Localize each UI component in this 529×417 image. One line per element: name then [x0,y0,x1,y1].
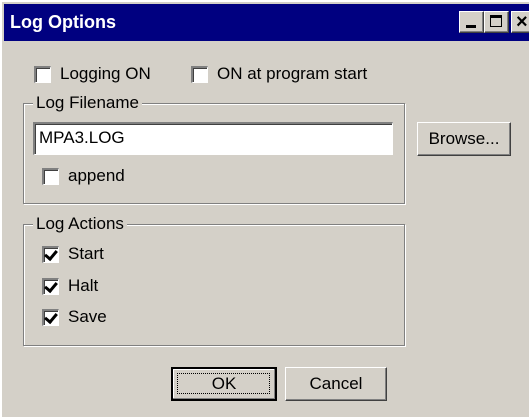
log-options-dialog: Log Options × Logging ON ON at program s… [0,0,529,417]
logging-on-checkbox[interactable]: Logging ON [34,64,151,84]
on-at-start-checkbox[interactable]: ON at program start [191,64,367,84]
maximize-icon [490,15,502,27]
close-icon: × [516,11,528,33]
append-checkbox[interactable]: append [42,166,125,186]
action-halt-checkbox[interactable]: Halt [42,276,98,296]
action-start-box[interactable] [42,245,59,263]
focus-ring [177,373,270,394]
action-halt-box[interactable] [42,277,59,295]
minimize-icon [466,25,476,28]
action-save-label: Save [68,307,107,326]
logging-on-label: Logging ON [60,64,151,83]
append-label: append [68,166,125,185]
action-start-label: Start [68,244,104,263]
action-halt-label: Halt [68,276,99,295]
title-bar[interactable]: Log Options × [4,4,529,41]
logging-on-box[interactable] [34,65,51,83]
window-title: Log Options [10,12,116,32]
on-at-start-box[interactable] [191,65,208,83]
on-at-start-label: ON at program start [217,64,368,83]
maximize-button[interactable] [484,11,509,33]
log-actions-legend: Log Actions [33,214,127,234]
minimize-button[interactable] [459,11,484,33]
action-save-checkbox[interactable]: Save [42,307,107,327]
ok-button[interactable]: OK [171,367,277,401]
action-save-box[interactable] [42,308,59,326]
cancel-button[interactable]: Cancel [285,367,387,401]
log-filename-input[interactable]: MPA3.LOG [33,122,393,155]
append-box[interactable] [42,167,59,185]
log-filename-legend: Log Filename [33,93,143,113]
close-button[interactable]: × [511,11,529,33]
action-start-checkbox[interactable]: Start [42,244,104,264]
browse-button[interactable]: Browse... [417,122,511,156]
